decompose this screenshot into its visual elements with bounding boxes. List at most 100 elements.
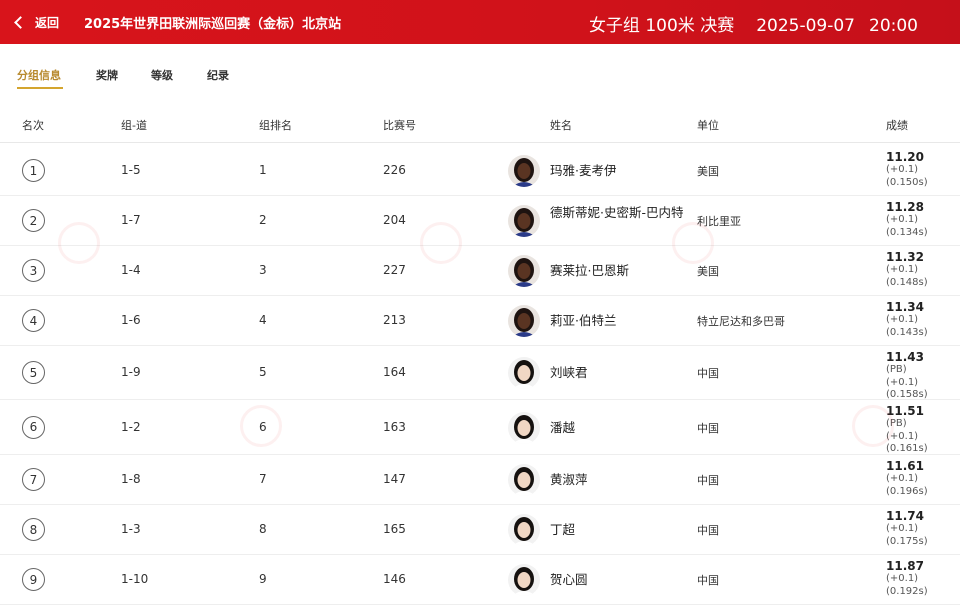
result-time: 11.43 <box>886 350 924 364</box>
race-time: 20:00 <box>869 16 918 36</box>
group-lane-cell: 1-8 <box>121 472 141 486</box>
group-rank-cell: 4 <box>259 313 267 327</box>
table-row[interactable]: 2 1-7 2 204 德斯蒂妮·史密斯-巴内特 利比里亚 11.28 (+0.1) (0.13… <box>0 196 960 246</box>
col-bib[interactable]: 比赛号 <box>383 117 416 133</box>
result-cell: 11.34 (+0.1) (0.143s) <box>886 301 928 339</box>
result-cell: 11.74 (+0.1) (0.175s) <box>886 510 928 548</box>
group-rank-cell: 9 <box>259 572 267 586</box>
bib-cell: 213 <box>383 313 406 327</box>
result-time: 11.74 <box>886 509 924 523</box>
table-row[interactable]: 7 1-8 7 147 黄淑萍 中国 11.61 (+0.1) (0.196s) <box>0 455 960 505</box>
back-label: 返回 <box>35 15 60 30</box>
unit-cell: 中国 <box>697 367 719 380</box>
bib-cell: 226 <box>383 163 406 177</box>
result-note: (0.150s) <box>886 176 928 188</box>
rank-badge: 8 <box>22 518 45 541</box>
result-time: 11.34 <box>886 300 924 314</box>
tab-grades[interactable]: 等级 <box>151 67 173 83</box>
athlete-avatar <box>508 357 540 389</box>
group-lane-cell: 1-9 <box>121 365 141 379</box>
athlete-name[interactable]: 贺心圆 <box>550 571 685 588</box>
table-header: 名次 组-道 组排名 比赛号 姓名 单位 成绩 <box>0 103 960 143</box>
result-time: 11.32 <box>886 250 924 264</box>
result-note: (0.175s) <box>886 535 928 547</box>
table-row[interactable]: 9 1-10 9 146 贺心圆 中国 11.87 (+0.1) (0.192s) <box>0 555 960 605</box>
tab-group-info[interactable]: 分组信息 <box>17 67 61 83</box>
result-time: 11.51 <box>886 404 924 418</box>
group-rank-cell: 8 <box>259 522 267 536</box>
athlete-name[interactable]: 德斯蒂妮·史密斯-巴内特 <box>550 204 685 221</box>
table-row[interactable]: 1 1-5 1 226 玛雅·麦考伊 美国 11.20 (+0.1) (0.150s) <box>0 146 960 196</box>
result-cell: 11.20 (+0.1) (0.150s) <box>886 151 928 189</box>
back-button[interactable]: 返回 <box>12 12 59 32</box>
result-note: (+0.1) <box>886 264 919 275</box>
group-lane-cell: 1-2 <box>121 419 141 434</box>
rank-badge: 7 <box>22 468 45 491</box>
athlete-name[interactable]: 丁超 <box>550 521 685 538</box>
result-note: (+0.1) <box>886 164 919 175</box>
group-lane-cell: 1-5 <box>121 163 141 177</box>
athlete-name[interactable]: 赛莱拉·巴恩斯 <box>550 262 685 279</box>
bib-cell: 204 <box>383 213 406 227</box>
active-tab-indicator <box>17 87 63 89</box>
athlete-name[interactable]: 莉亚·伯特兰 <box>550 312 685 329</box>
athlete-name[interactable]: 潘越 <box>550 419 685 436</box>
athlete-avatar <box>508 564 540 596</box>
race-info: 女子组 100米 决赛 2025-09-07 20:00 <box>589 11 918 36</box>
bib-cell: 227 <box>383 263 406 277</box>
unit-cell: 中国 <box>697 421 719 435</box>
table-row[interactable]: 3 1-4 3 227 赛莱拉·巴恩斯 美国 11.32 (+0.1) (0.148s) <box>0 246 960 296</box>
col-group-rank[interactable]: 组排名 <box>259 117 292 133</box>
athlete-avatar <box>508 305 540 337</box>
unit-cell: 美国 <box>697 165 719 178</box>
group-rank-cell: 5 <box>259 365 267 379</box>
watermark-logo <box>58 222 100 264</box>
race-date: 2025-09-07 <box>756 16 855 36</box>
rank-badge: 6 <box>22 415 45 439</box>
col-name[interactable]: 姓名 <box>550 117 572 133</box>
athlete-avatar <box>508 464 540 496</box>
tab-records[interactable]: 纪录 <box>207 67 229 83</box>
race-name: 女子组 100米 决赛 <box>588 16 735 36</box>
group-rank-cell: 1 <box>259 163 267 177</box>
col-result[interactable]: 成绩 <box>886 117 908 133</box>
unit-cell: 美国 <box>697 265 719 278</box>
result-time: 11.87 <box>886 559 924 573</box>
rank-badge: 3 <box>22 259 45 282</box>
group-lane-cell: 1-6 <box>121 313 141 327</box>
bib-cell: 165 <box>383 522 406 536</box>
col-group-lane[interactable]: 组-道 <box>121 117 147 133</box>
rank-badge: 5 <box>22 361 45 384</box>
tab-medals[interactable]: 奖牌 <box>96 67 118 83</box>
result-note: (0.196s) <box>886 485 928 497</box>
watermark-logo <box>420 222 462 264</box>
top-bar: 返回 2025年世界田联洲际巡回赛（金标）北京站 女子组 100米 决赛 2025… <box>0 0 960 44</box>
result-time: 11.20 <box>886 150 924 164</box>
athlete-name[interactable]: 玛雅·麦考伊 <box>550 162 685 179</box>
unit-cell: 中国 <box>697 524 719 537</box>
group-rank-cell: 3 <box>259 263 267 277</box>
table-row[interactable]: 8 1-3 8 165 丁超 中国 11.74 (+0.1) (0.175s) <box>0 505 960 555</box>
result-cell: 11.32 (+0.1) (0.148s) <box>886 251 928 289</box>
table-row[interactable]: 4 1-6 4 213 莉亚·伯特兰 特立尼达和多巴哥 11.34 (+0.1) (0.143s… <box>0 296 960 346</box>
result-note: (0.134s) <box>886 226 928 238</box>
col-unit[interactable]: 单位 <box>697 117 719 133</box>
rank-badge: 9 <box>22 568 45 591</box>
table-row[interactable]: 6 1-2 6 163 潘越 中国 11.51 (PB) (+0.1) (0.161s) <box>0 400 960 455</box>
rank-badge: 2 <box>22 209 45 232</box>
watermark-logo <box>852 405 894 447</box>
result-time: 11.61 <box>886 459 924 473</box>
group-lane-cell: 1-7 <box>121 213 141 227</box>
col-rank[interactable]: 名次 <box>22 117 44 133</box>
athlete-avatar <box>508 205 540 237</box>
athlete-name[interactable]: 黄淑萍 <box>550 471 685 488</box>
unit-cell: 中国 <box>697 574 719 587</box>
table-row[interactable]: 5 1-9 5 164 刘峡君 中国 11.43 (PB) (+0.1) (0.158s) <box>0 346 960 400</box>
bib-cell: 146 <box>383 572 406 586</box>
result-note: (+0.1) <box>886 473 919 484</box>
group-lane-cell: 1-3 <box>121 522 141 536</box>
athlete-name[interactable]: 刘峡君 <box>550 364 685 381</box>
athlete-avatar <box>508 411 540 444</box>
result-note: (+0.1) <box>886 214 919 225</box>
athlete-avatar <box>508 155 540 187</box>
